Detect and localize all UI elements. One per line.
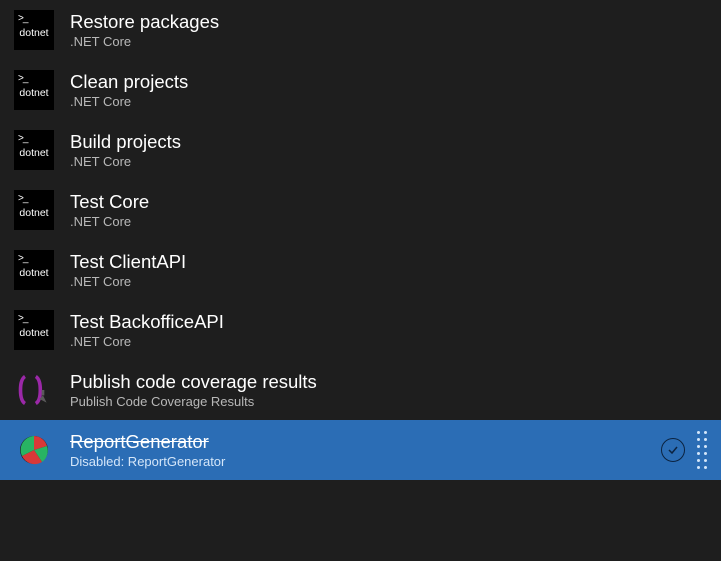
dotnet-icon: dotnet xyxy=(14,130,54,170)
task-subtitle: .NET Core xyxy=(70,94,707,109)
task-row[interactable]: dotnet Build projects .NET Core xyxy=(0,120,721,180)
task-subtitle: .NET Core xyxy=(70,214,707,229)
task-text: Test Core .NET Core xyxy=(70,191,707,229)
drag-handle-icon[interactable] xyxy=(697,431,707,470)
status-check-icon[interactable] xyxy=(661,438,685,462)
task-title: Test ClientAPI xyxy=(70,251,707,273)
task-text: Publish code coverage results Publish Co… xyxy=(70,371,707,409)
task-text: Test BackofficeAPI .NET Core xyxy=(70,311,707,349)
task-subtitle: .NET Core xyxy=(70,334,707,349)
task-subtitle: .NET Core xyxy=(70,154,707,169)
row-actions xyxy=(661,431,707,470)
task-subtitle: .NET Core xyxy=(70,274,707,289)
task-row[interactable]: dotnet Test ClientAPI .NET Core xyxy=(0,240,721,300)
task-row[interactable]: Publish code coverage results Publish Co… xyxy=(0,360,721,420)
dotnet-icon: dotnet xyxy=(14,250,54,290)
dotnet-icon: dotnet xyxy=(14,190,54,230)
task-title: Clean projects xyxy=(70,71,707,93)
task-title: Publish code coverage results xyxy=(70,371,707,393)
task-row[interactable]: dotnet Test BackofficeAPI .NET Core xyxy=(0,300,721,360)
task-text: Clean projects .NET Core xyxy=(70,71,707,109)
task-title: Test Core xyxy=(70,191,707,213)
task-text: Restore packages .NET Core xyxy=(70,11,707,49)
task-row[interactable]: dotnet Clean projects .NET Core xyxy=(0,60,721,120)
report-generator-icon xyxy=(14,430,54,470)
task-subtitle: Disabled: ReportGenerator xyxy=(70,454,645,469)
task-row[interactable]: dotnet Restore packages .NET Core xyxy=(0,0,721,60)
pipeline-task-list: dotnet Restore packages .NET Core dotnet… xyxy=(0,0,721,480)
task-title: ReportGenerator xyxy=(70,431,645,453)
task-row[interactable]: ReportGenerator Disabled: ReportGenerato… xyxy=(0,420,721,480)
task-title: Restore packages xyxy=(70,11,707,33)
task-text: ReportGenerator Disabled: ReportGenerato… xyxy=(70,431,645,469)
dotnet-icon: dotnet xyxy=(14,70,54,110)
task-subtitle: Publish Code Coverage Results xyxy=(70,394,707,409)
task-text: Test ClientAPI .NET Core xyxy=(70,251,707,289)
dotnet-icon: dotnet xyxy=(14,310,54,350)
task-title: Test BackofficeAPI xyxy=(70,311,707,333)
dotnet-icon: dotnet xyxy=(14,10,54,50)
task-subtitle: .NET Core xyxy=(70,34,707,49)
task-text: Build projects .NET Core xyxy=(70,131,707,169)
task-title: Build projects xyxy=(70,131,707,153)
code-coverage-icon xyxy=(14,370,54,410)
task-row[interactable]: dotnet Test Core .NET Core xyxy=(0,180,721,240)
